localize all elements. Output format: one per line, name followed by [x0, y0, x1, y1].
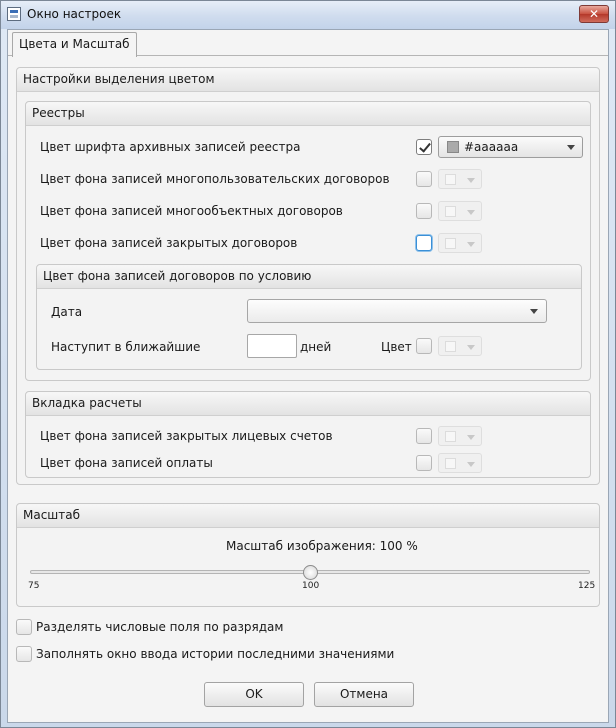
- ok-button[interactable]: OK: [204, 682, 304, 707]
- row-label-payments: Цвет фона записей оплаты: [40, 456, 213, 470]
- chevron-down-icon: [467, 210, 475, 215]
- settings-window: Окно настроек ✕ Цвета и Масштаб Настройк…: [0, 0, 616, 728]
- multiobject-checkbox[interactable]: [416, 203, 432, 219]
- archive-font-checkbox[interactable]: [416, 139, 432, 155]
- date-label: Дата: [51, 305, 83, 319]
- title-bar[interactable]: Окно настроек ✕: [1, 1, 615, 29]
- app-icon: [7, 7, 21, 21]
- row-label-multiobject: Цвет фона записей многообъектных договор…: [40, 204, 343, 218]
- scale-slider[interactable]: [30, 565, 590, 580]
- condition-color-label: Цвет: [381, 340, 412, 354]
- chevron-down-icon: [467, 435, 475, 440]
- payments-color-picker[interactable]: [438, 453, 482, 473]
- chevron-down-icon: [530, 309, 538, 314]
- multiobject-color-picker[interactable]: [438, 201, 482, 221]
- date-dropdown[interactable]: [247, 299, 547, 323]
- cancel-button[interactable]: Отмена: [314, 682, 414, 707]
- digit-grouping-checkbox[interactable]: [16, 619, 32, 635]
- chevron-down-icon: [567, 145, 575, 150]
- multiuser-color-picker[interactable]: [438, 169, 482, 189]
- scale-tick-max: 125: [578, 581, 596, 591]
- days-input[interactable]: [247, 334, 297, 358]
- digit-grouping-label: Разделять числовые поля по разрядам: [36, 620, 284, 634]
- row-label-multiuser: Цвет фона записей многопользовательских …: [40, 172, 390, 186]
- condition-panel: Цвет фона записей договоров по условию Д…: [36, 264, 582, 370]
- registries-panel: Реестры Цвет шрифта архивных записей рее…: [25, 101, 591, 381]
- scale-header: Масштаб: [17, 504, 599, 528]
- payments-checkbox[interactable]: [416, 455, 432, 471]
- chevron-down-icon: [467, 345, 475, 350]
- multiuser-checkbox[interactable]: [416, 171, 432, 187]
- chevron-down-icon: [467, 178, 475, 183]
- row-label-closed: Цвет фона записей закрытых договоров: [40, 236, 298, 250]
- condition-header: Цвет фона записей договоров по условию: [37, 265, 581, 289]
- tab-bar: Цвета и Масштаб: [8, 30, 608, 57]
- highlight-settings-header: Настройки выделения цветом: [17, 68, 599, 92]
- condition-color-checkbox[interactable]: [416, 338, 432, 354]
- scale-slider-thumb[interactable]: [303, 565, 318, 580]
- scale-panel: Масштаб: [16, 503, 600, 607]
- chevron-down-icon: [467, 242, 475, 247]
- color-swatch: [447, 141, 459, 153]
- days-unit-label: дней: [300, 340, 332, 354]
- closed-color-picker[interactable]: [438, 233, 482, 253]
- closed-accounts-checkbox[interactable]: [416, 428, 432, 444]
- closed-accounts-color-picker[interactable]: [438, 426, 482, 446]
- chevron-down-icon: [467, 462, 475, 467]
- scale-caption: Масштаб изображения: 100 %: [226, 539, 418, 553]
- closed-checkbox[interactable]: [416, 235, 432, 251]
- close-button[interactable]: ✕: [579, 5, 609, 23]
- window-client: Цвета и Масштаб Настройки выделения цвет…: [7, 29, 609, 723]
- registries-header: Реестры: [26, 102, 590, 126]
- payments-panel: Вкладка расчеты Цвет фона записей закрыт…: [25, 391, 591, 478]
- scale-tick-min: 75: [28, 581, 40, 591]
- color-value: #aaaaaa: [464, 140, 519, 154]
- close-icon: ✕: [588, 7, 600, 21]
- row-label-closed-accounts: Цвет фона записей закрытых лицевых счето…: [40, 429, 333, 443]
- tab-colors-scale[interactable]: Цвета и Масштаб: [12, 32, 137, 57]
- scale-tick-mid: 100: [302, 581, 320, 591]
- row-label-archive-font: Цвет шрифта архивных записей реестра: [40, 140, 301, 154]
- upcoming-label: Наступит в ближайшие: [51, 340, 201, 354]
- archive-font-color-picker[interactable]: #aaaaaa: [438, 136, 583, 158]
- highlight-settings-panel: Настройки выделения цветом Реестры Цвет …: [16, 67, 600, 485]
- history-fill-label: Заполнять окно ввода истории последними …: [36, 647, 395, 661]
- window-title: Окно настроек: [27, 7, 122, 21]
- history-fill-checkbox[interactable]: [16, 646, 32, 662]
- condition-color-picker[interactable]: [438, 336, 482, 356]
- payments-header: Вкладка расчеты: [26, 392, 590, 416]
